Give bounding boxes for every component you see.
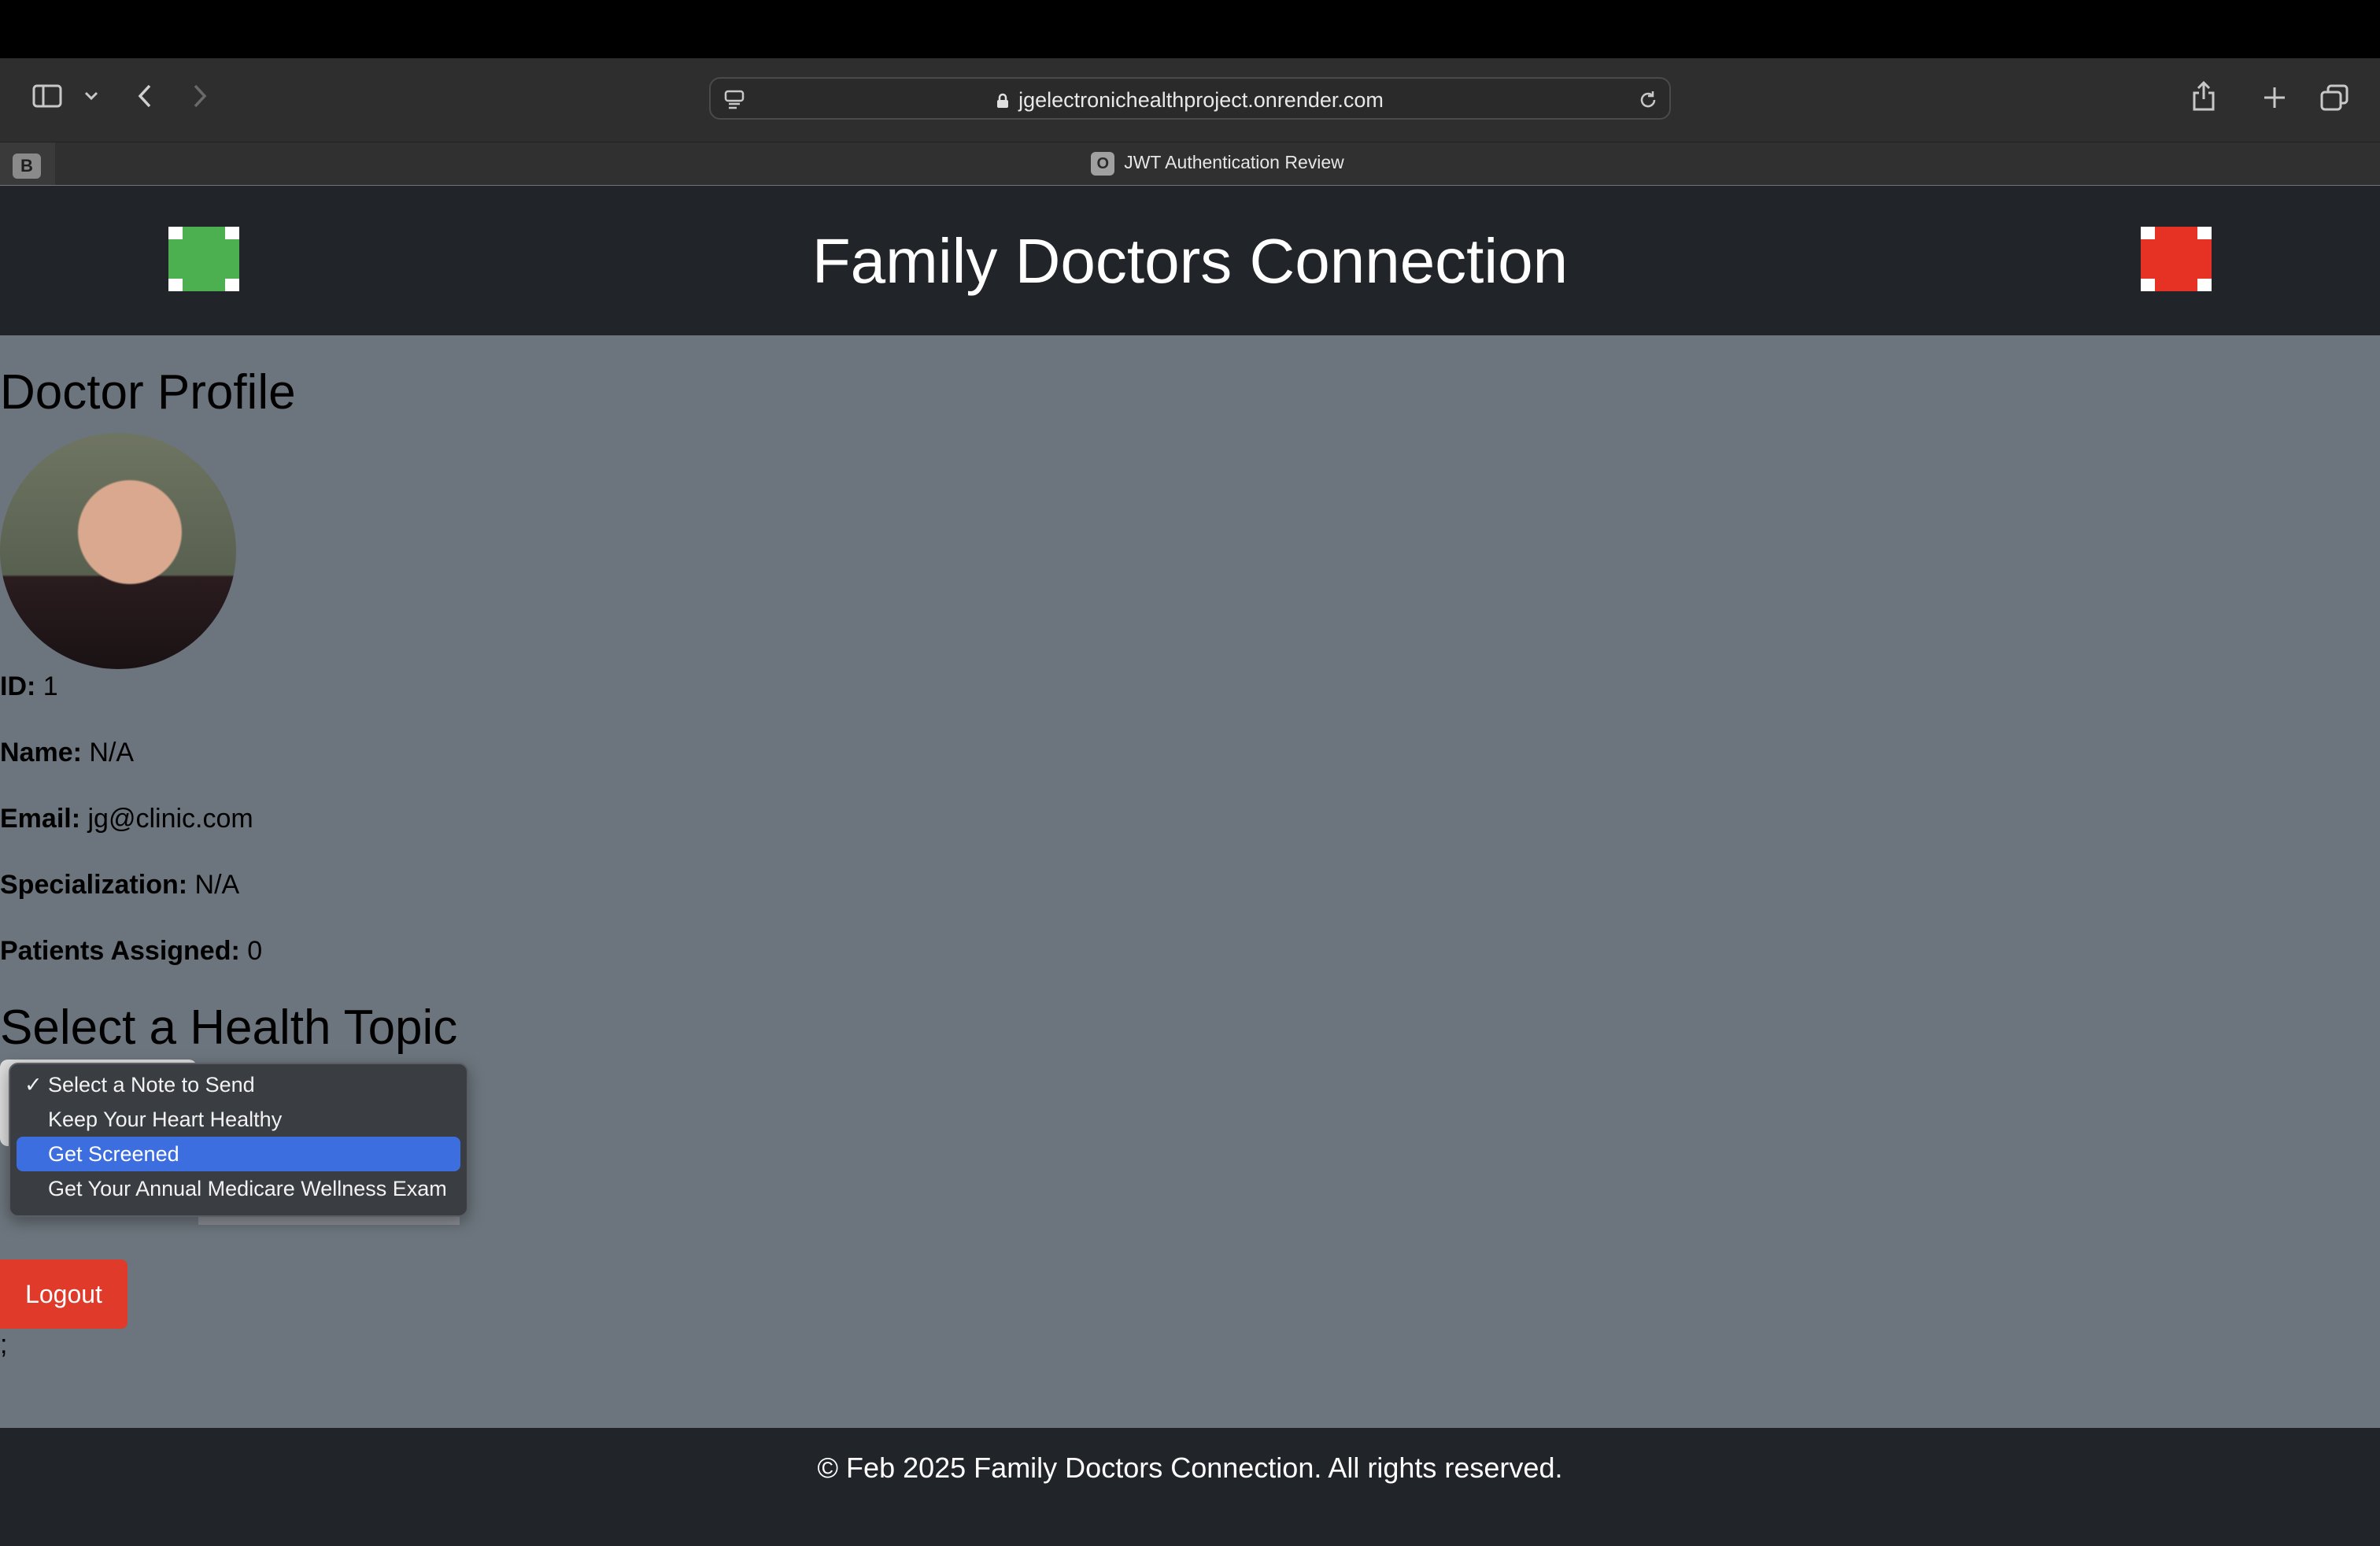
field-value: N/A [89,738,135,767]
tab-jwt-authentication-review[interactable]: O JWT Authentication Review [55,142,2380,185]
field-value: 1 [42,671,58,701]
tab-title-wrapper: O JWT Authentication Review [55,152,2380,176]
profile-field-email: Email: jg@clinic.com [0,801,253,836]
site-title: Family Doctors Connection [811,226,1569,296]
profile-field-id: ID: 1 [0,669,58,704]
doctor-avatar [0,433,236,669]
note-select-dropdown[interactable]: ✓ Select a Note to Send Keep Your Heart H… [9,1063,468,1217]
profile-field-patients-assigned: Patients Assigned: 0 [0,934,262,968]
profile-heading: Doctor Profile [0,365,296,420]
system-menu-bar [0,0,2380,58]
option-label: Select a Note to Send [48,1073,255,1097]
field-label: Patients Assigned: [0,936,240,966]
option-keep-heart-healthy[interactable]: Keep Your Heart Healthy [17,1102,460,1137]
tab-group-button[interactable]: B [13,153,41,179]
sidebar-icon[interactable] [31,82,63,110]
checkmark-icon: ✓ [24,1073,42,1097]
chevron-down-icon[interactable] [82,87,101,105]
footer-copyright: © Feb 2025 Family Doctors Connection. Al… [817,1452,1563,1484]
tab-bar: B O JWT Authentication Review [0,142,2380,185]
profile-field-specialization: Specialization: N/A [0,867,239,902]
forward-icon[interactable] [189,82,211,110]
field-value: N/A [194,870,240,900]
option-medicare-wellness-exam[interactable]: Get Your Annual Medicare Wellness Exam [17,1171,460,1206]
url-text: jgelectronichealthproject.onrender.com [1018,88,1384,112]
site-header: Family Doctors Connection [0,186,2380,335]
field-value: 0 [247,936,263,966]
url-display: jgelectronichealthproject.onrender.com [711,88,1669,113]
stray-text: ; [0,1330,8,1359]
back-icon[interactable] [134,82,156,110]
option-get-screened[interactable]: Get Screened [17,1137,460,1171]
address-bar[interactable]: jgelectronichealthproject.onrender.com [709,77,1671,120]
option-label: Get Your Annual Medicare Wellness Exam [48,1177,447,1200]
tab-title: JWT Authentication Review [1124,152,1344,173]
profile-field-name: Name: N/A [0,735,134,770]
field-label: Email: [0,804,81,834]
red-cross-logo-icon [2141,227,2212,291]
new-tab-icon[interactable] [2260,83,2289,112]
field-label: ID: [0,671,36,701]
reload-icon[interactable] [1636,88,1660,112]
option-label: Get Screened [48,1142,179,1166]
logout-button[interactable]: Logout [0,1259,128,1329]
option-label: Keep Your Heart Healthy [48,1108,283,1131]
tab-overview-icon[interactable] [2319,82,2350,113]
field-label: Name: [0,738,82,767]
share-icon[interactable] [2188,79,2219,113]
field-label: Specialization: [0,870,188,900]
main-content: Doctor Profile ID: 1 Name: N/A Email: jg… [0,335,2380,1428]
site-footer: © Feb 2025 Family Doctors Connection. Al… [0,1428,2380,1546]
option-select-a-note[interactable]: ✓ Select a Note to Send [17,1067,460,1102]
lock-icon [996,90,1009,108]
health-topic-heading: Select a Health Topic [0,1000,458,1055]
field-value: jg@clinic.com [87,804,253,834]
tab-favicon-icon: O [1091,152,1115,176]
